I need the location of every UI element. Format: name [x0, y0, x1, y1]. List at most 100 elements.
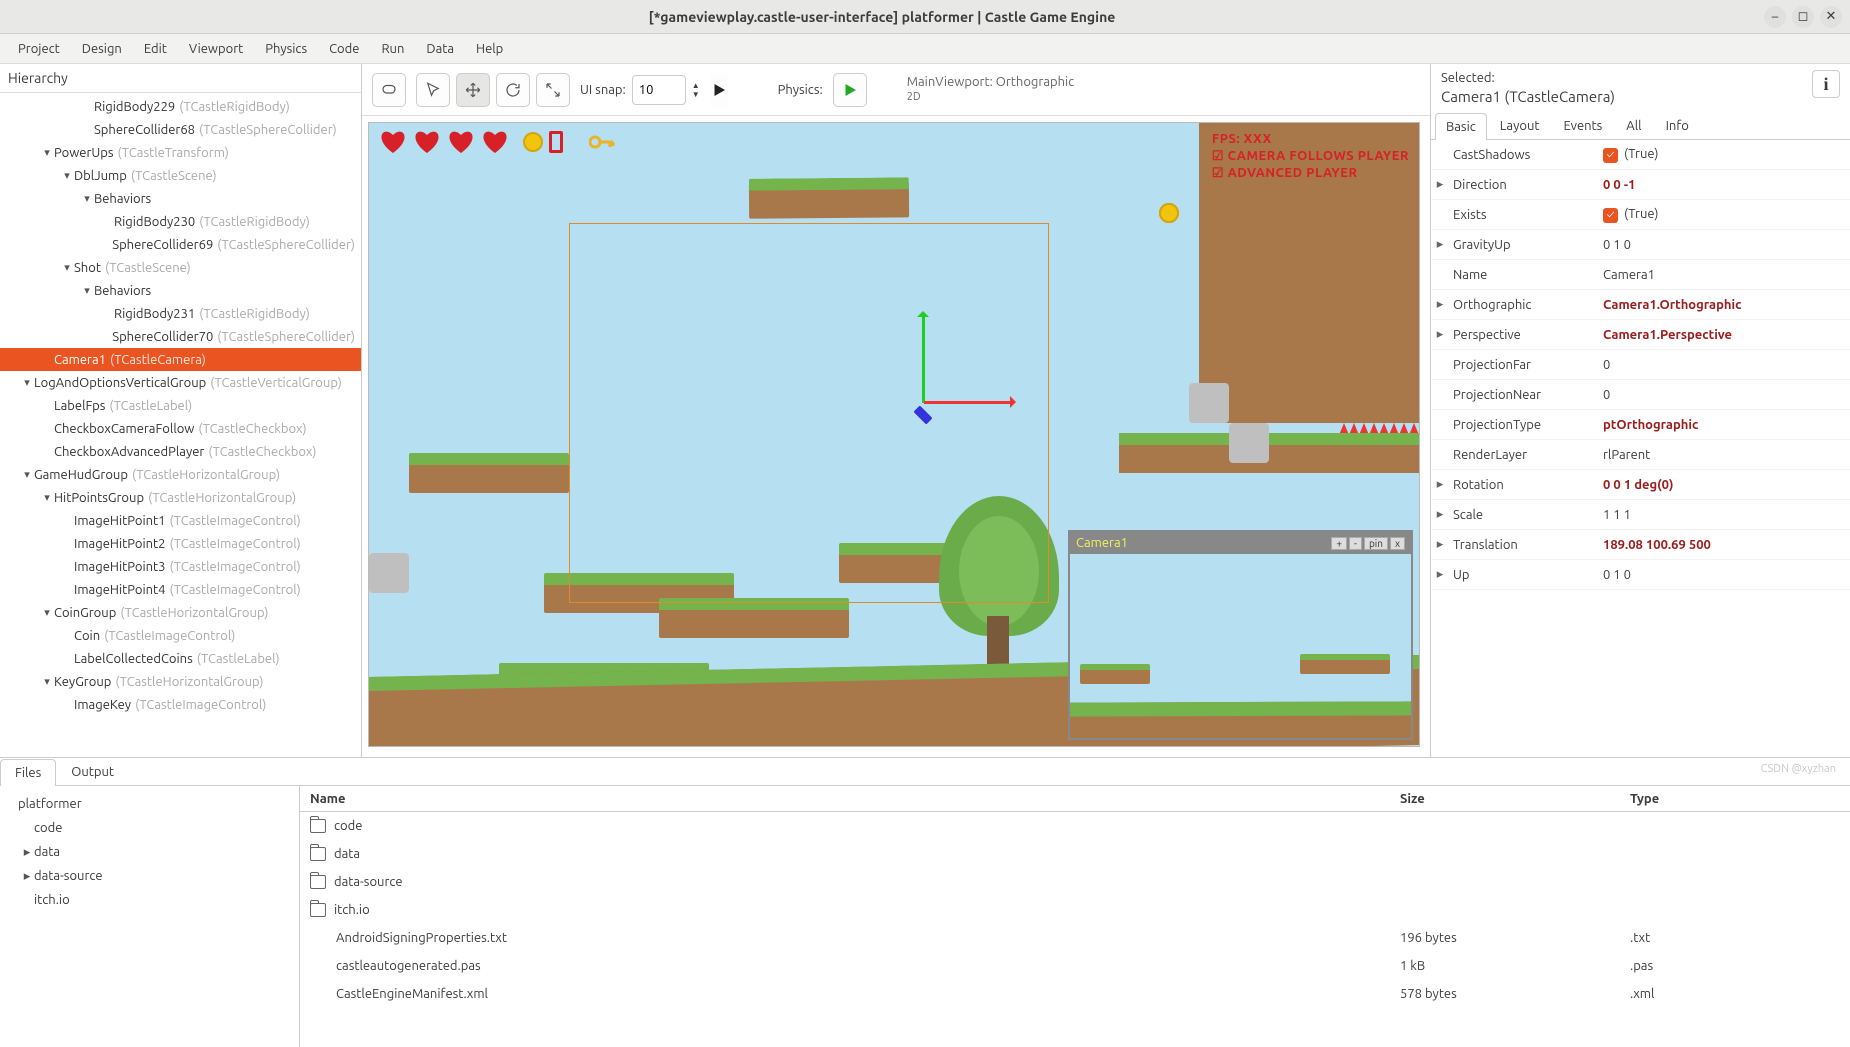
hierarchy-item[interactable]: ImageHitPoint1(TCastleImageControl) — [0, 509, 361, 532]
window-minimize-button[interactable]: – — [1764, 6, 1786, 28]
hierarchy-item[interactable]: ImageHitPoint2(TCastleImageControl) — [0, 532, 361, 555]
hierarchy-item[interactable]: SphereCollider70(TCastleSphereCollider) — [0, 325, 361, 348]
menu-data[interactable]: Data — [416, 38, 464, 60]
property-row[interactable]: ▸OrthographicCamera1.Orthographic — [1431, 290, 1850, 320]
file-row[interactable]: itch.io — [300, 896, 1850, 924]
rotate-button[interactable] — [496, 73, 530, 107]
menu-edit[interactable]: Edit — [134, 38, 177, 60]
menu-project[interactable]: Project — [8, 38, 70, 60]
menu-code[interactable]: Code — [319, 38, 369, 60]
filetree-item[interactable]: code — [4, 816, 295, 840]
uisnap-down[interactable]: ▼ — [692, 90, 700, 99]
scale-button[interactable] — [536, 73, 570, 107]
hierarchy-item[interactable]: ▾Behaviors — [0, 187, 361, 210]
file-tree[interactable]: platformercode▸data▸data-sourceitch.io — [0, 786, 300, 1047]
inspector-tab-basic[interactable]: Basic — [1435, 113, 1487, 140]
heart-icon — [447, 129, 475, 155]
window-maximize-button[interactable]: ◻ — [1792, 6, 1814, 28]
hierarchy-item[interactable]: RigidBody230(TCastleRigidBody) — [0, 210, 361, 233]
camera-preview-pin[interactable]: pin — [1364, 537, 1388, 550]
hierarchy-item[interactable]: ▾LogAndOptionsVerticalGroup(TCastleVerti… — [0, 371, 361, 394]
property-row[interactable]: ▸Rotation0 0 1 deg(0) — [1431, 470, 1850, 500]
physics-play-button[interactable] — [833, 73, 867, 107]
bottom-tab-output[interactable]: Output — [56, 758, 129, 785]
property-row[interactable]: ProjectionFar0 — [1431, 350, 1850, 380]
titlebar: [*gameviewplay.castle-user-interface] pl… — [0, 0, 1850, 34]
hierarchy-item[interactable]: SphereCollider69(TCastleSphereCollider) — [0, 233, 361, 256]
menu-viewport[interactable]: Viewport — [179, 38, 253, 60]
hierarchy-header: Hierarchy — [0, 64, 361, 93]
camera-preview[interactable]: Camera1 + - pin x — [1068, 530, 1413, 740]
hierarchy-item[interactable]: ImageKey(TCastleImageControl) — [0, 693, 361, 716]
filetree-item[interactable]: itch.io — [4, 888, 295, 912]
hierarchy-item[interactable]: ▾DblJump(TCastleScene) — [0, 164, 361, 187]
property-row[interactable]: Exists✓(True) — [1431, 200, 1850, 230]
camera-preview-minus[interactable]: - — [1349, 537, 1362, 550]
inspector-tab-events[interactable]: Events — [1552, 112, 1613, 139]
property-row[interactable]: ▸PerspectiveCamera1.Perspective — [1431, 320, 1850, 350]
filetree-item[interactable]: ▸data-source — [4, 864, 295, 888]
hierarchy-item[interactable]: CheckboxCameraFollow(TCastleCheckbox) — [0, 417, 361, 440]
file-row[interactable]: data-source — [300, 868, 1850, 896]
property-row[interactable]: ▸Translation189.08 100.69 500 — [1431, 530, 1850, 560]
scene-rock — [1229, 423, 1269, 463]
info-button[interactable]: i — [1812, 70, 1840, 98]
property-list[interactable]: CastShadows✓(True)▸Direction0 0 -1Exists… — [1431, 140, 1850, 757]
hierarchy-item[interactable]: RigidBody231(TCastleRigidBody) — [0, 302, 361, 325]
property-row[interactable]: ▸Direction0 0 -1 — [1431, 170, 1850, 200]
inspector-tab-layout[interactable]: Layout — [1489, 112, 1551, 139]
hierarchy-item[interactable]: ▾HitPointsGroup(TCastleHorizontalGroup) — [0, 486, 361, 509]
file-row[interactable]: data — [300, 840, 1850, 868]
property-row[interactable]: ProjectionNear0 — [1431, 380, 1850, 410]
property-row[interactable]: ▸GravityUp0 1 0 — [1431, 230, 1850, 260]
camera-preview-plus[interactable]: + — [1331, 537, 1347, 550]
uisnap-up[interactable]: ▲ — [692, 81, 700, 90]
property-row[interactable]: ProjectionTypeptOrthographic — [1431, 410, 1850, 440]
property-row[interactable]: CastShadows✓(True) — [1431, 140, 1850, 170]
hierarchy-item[interactable]: SphereCollider68(TCastleSphereCollider) — [0, 118, 361, 141]
filetree-item[interactable]: ▸data — [4, 840, 295, 864]
hierarchy-item[interactable]: ▾Behaviors — [0, 279, 361, 302]
hierarchy-item[interactable]: ▾KeyGroup(TCastleHorizontalGroup) — [0, 670, 361, 693]
property-row[interactable]: ▸Scale1 1 1 — [1431, 500, 1850, 530]
hierarchy-tree[interactable]: RigidBody229(TCastleRigidBody)SphereColl… — [0, 93, 361, 757]
hierarchy-item[interactable]: ImageHitPoint4(TCastleImageControl) — [0, 578, 361, 601]
property-row[interactable]: ▸Up0 1 0 — [1431, 560, 1850, 590]
hierarchy-item[interactable]: LabelCollectedCoins(TCastleLabel) — [0, 647, 361, 670]
uisnap-input[interactable] — [632, 75, 686, 105]
cursor-button[interactable] — [416, 73, 450, 107]
move-button[interactable] — [456, 73, 490, 107]
bottom-tabs: FilesOutput — [0, 758, 1850, 786]
inspector-tab-all[interactable]: All — [1615, 112, 1652, 139]
hierarchy-item[interactable]: ImageHitPoint3(TCastleImageControl) — [0, 555, 361, 578]
hierarchy-item[interactable]: ▾PowerUps(TCastleTransform) — [0, 141, 361, 164]
menu-design[interactable]: Design — [72, 38, 132, 60]
selection-rect-button[interactable] — [372, 73, 406, 107]
hierarchy-item[interactable]: ▾GameHudGroup(TCastleHorizontalGroup) — [0, 463, 361, 486]
file-row[interactable]: AndroidSigningProperties.txt196 bytes.tx… — [300, 924, 1850, 952]
hierarchy-item[interactable]: Coin(TCastleImageControl) — [0, 624, 361, 647]
inspector-tab-info[interactable]: Info — [1655, 112, 1700, 139]
hierarchy-item[interactable]: LabelFps(TCastleLabel) — [0, 394, 361, 417]
menu-run[interactable]: Run — [371, 38, 414, 60]
property-row[interactable]: NameCamera1 — [1431, 260, 1850, 290]
property-row[interactable]: RenderLayerrlParent — [1431, 440, 1850, 470]
hierarchy-item[interactable]: ▾Shot(TCastleScene) — [0, 256, 361, 279]
bottom-tab-files[interactable]: Files — [0, 759, 56, 786]
file-list[interactable]: Name Size Type codedatadata-sourceitch.i… — [300, 786, 1850, 1047]
hierarchy-item[interactable]: Camera1(TCastleCamera) — [0, 348, 361, 371]
menu-physics[interactable]: Physics — [255, 38, 317, 60]
hierarchy-item[interactable]: CheckboxAdvancedPlayer(TCastleCheckbox) — [0, 440, 361, 463]
file-row[interactable]: code — [300, 812, 1850, 840]
scene-rock — [369, 553, 409, 593]
hierarchy-item[interactable]: ▾CoinGroup(TCastleHorizontalGroup) — [0, 601, 361, 624]
window-close-button[interactable]: ✕ — [1820, 6, 1842, 28]
play-button[interactable] — [710, 73, 728, 107]
menu-help[interactable]: Help — [466, 38, 513, 60]
file-row[interactable]: castleautogenerated.pas1 kB.pas — [300, 952, 1850, 980]
filetree-item[interactable]: platformer — [4, 792, 295, 816]
hierarchy-item[interactable]: RigidBody229(TCastleRigidBody) — [0, 95, 361, 118]
camera-preview-close[interactable]: x — [1390, 537, 1405, 550]
viewport-canvas[interactable]: FPS: XXX ☑ CAMERA FOLLOWS PLAYER ☑ ADVAN… — [368, 122, 1420, 747]
file-row[interactable]: CastleEngineManifest.xml578 bytes.xml — [300, 980, 1850, 1008]
